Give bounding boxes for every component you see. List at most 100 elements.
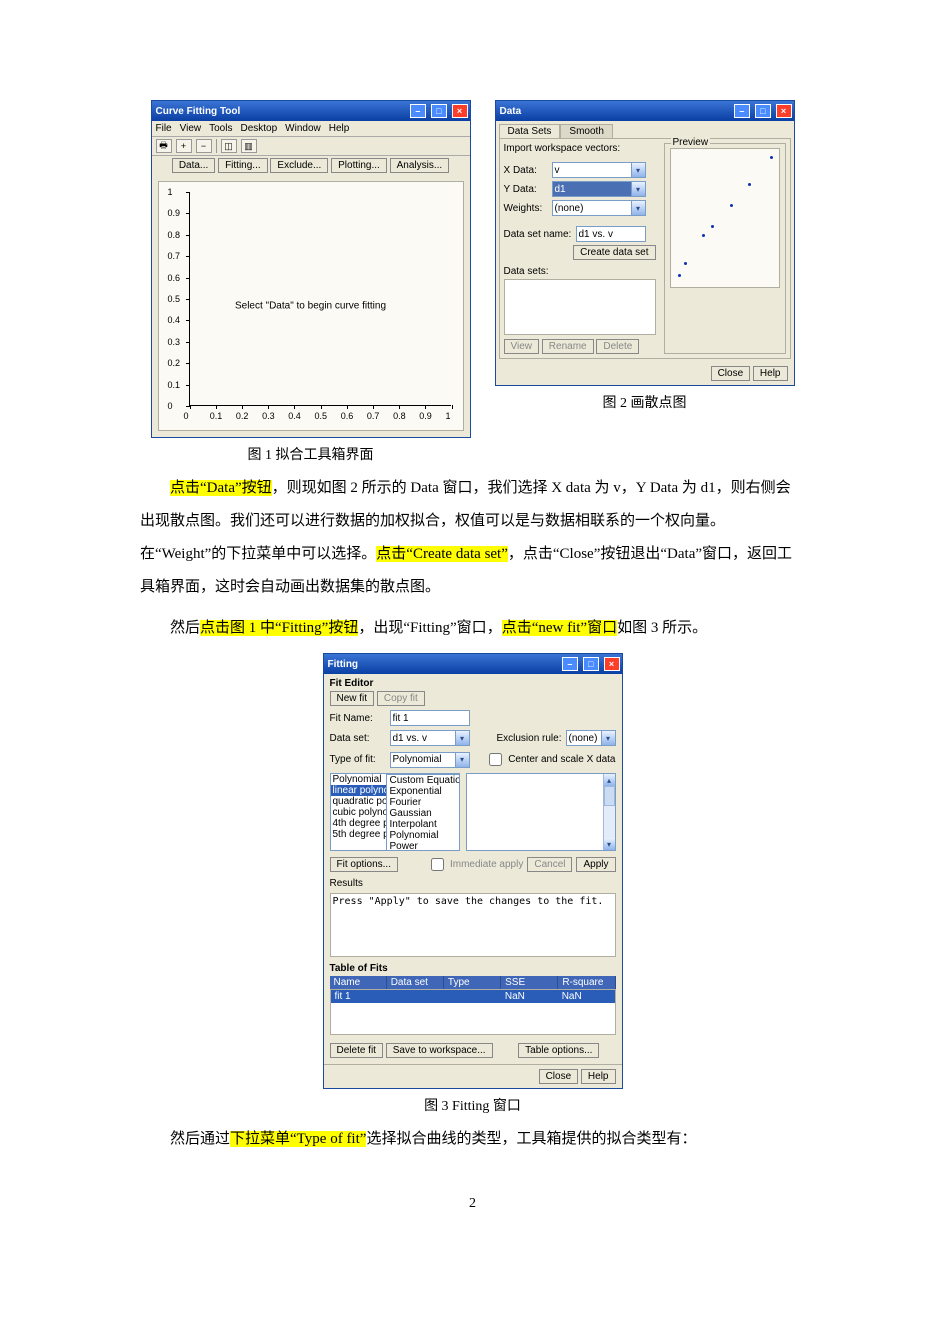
window-titlebar[interactable]: Fitting – □ ×	[324, 654, 622, 674]
scatter-point	[678, 274, 681, 277]
save-workspace-button[interactable]: Save to workspace...	[386, 1043, 493, 1058]
layout-b-icon[interactable]: ▥	[241, 139, 257, 153]
paragraph-3: 然后通过下拉菜单“Type of fit”选择拟合曲线的类型，工具箱提供的拟合类…	[140, 1123, 805, 1156]
cancel-button[interactable]: Cancel	[527, 857, 572, 872]
menu-tools[interactable]: Tools	[209, 123, 232, 134]
window-titlebar[interactable]: Curve Fitting Tool – □ ×	[152, 101, 470, 121]
fit-editor-label: Fit Editor	[324, 674, 622, 689]
page-number: 2	[140, 1196, 805, 1212]
poly-list[interactable]: Polynomial linear polynom quadratic poly…	[330, 773, 460, 851]
tab-smooth[interactable]: Smooth	[560, 124, 612, 138]
scroll-up-icon[interactable]: ▴	[604, 774, 615, 786]
close-icon[interactable]: ×	[776, 104, 792, 118]
weights-select[interactable]: (none)	[552, 200, 646, 216]
zoom-out-icon[interactable]: −	[196, 139, 212, 153]
close-button[interactable]: Close	[711, 366, 751, 381]
paragraph-1: 点击“Data”按钮，则现如图 2 所示的 Data 窗口，我们选择 X dat…	[140, 472, 805, 604]
menubar[interactable]: File View Tools Desktop Window Help	[152, 121, 470, 136]
dsname-input[interactable]	[576, 226, 646, 242]
minimize-icon[interactable]: –	[562, 657, 578, 671]
data-sets-list[interactable]	[504, 279, 656, 335]
weights-label: Weights:	[504, 203, 552, 214]
help-button[interactable]: Help	[581, 1069, 616, 1084]
xdata-select[interactable]: v	[552, 162, 646, 178]
help-button[interactable]: Help	[753, 366, 788, 381]
import-label: Import workspace vectors:	[504, 143, 656, 154]
fitname-label: Fit Name:	[330, 713, 386, 724]
plotting-button[interactable]: Plotting...	[331, 158, 387, 173]
create-data-set-button[interactable]: Create data set	[573, 245, 655, 260]
menu-window[interactable]: Window	[285, 123, 321, 134]
close-icon[interactable]: ×	[604, 657, 620, 671]
apply-button[interactable]: Apply	[576, 857, 615, 872]
curve-fitting-tool-window: Curve Fitting Tool – □ × File View Tools…	[151, 100, 471, 438]
minimize-icon[interactable]: –	[410, 104, 426, 118]
scatter-point	[711, 225, 714, 228]
hl-create-dataset: 点击“Create data set”	[376, 546, 508, 562]
plot-placeholder-text: Select "Data" to begin curve fitting	[235, 301, 386, 312]
scatter-point	[702, 234, 705, 237]
zoom-in-icon[interactable]: +	[176, 139, 192, 153]
window-titlebar[interactable]: Data – □ ×	[496, 101, 794, 121]
window-title: Curve Fitting Tool	[156, 106, 241, 117]
close-button[interactable]: Close	[539, 1069, 579, 1084]
scatter-point	[684, 262, 687, 265]
plot-area: 00.10.20.30.40.50.60.70.80.9100.10.20.30…	[158, 181, 464, 431]
paragraph-2: 然后点击图 1 中“Fitting”按钮，出现“Fitting”窗口，点击“ne…	[140, 612, 805, 645]
hl-click: 点击	[170, 480, 200, 496]
immediate-apply-checkbox[interactable]: Immediate apply	[427, 855, 523, 874]
view-button[interactable]: View	[504, 339, 540, 354]
table-row[interactable]: fit 1 NaN NaN	[331, 990, 615, 1003]
rename-button[interactable]: Rename	[542, 339, 594, 354]
results-box: Press "Apply" to save the changes to the…	[330, 893, 616, 957]
scrollbar[interactable]: ▴ ▾	[603, 774, 615, 850]
fit-options-button[interactable]: Fit options...	[330, 857, 398, 872]
fitting-button[interactable]: Fitting...	[218, 158, 268, 173]
xdata-label: X Data:	[504, 165, 552, 176]
scatter-point	[748, 183, 751, 186]
results-label: Results	[324, 876, 622, 891]
delete-fit-button[interactable]: Delete fit	[330, 1043, 383, 1058]
center-scale-checkbox[interactable]: Center and scale X data	[485, 750, 615, 769]
ydata-select[interactable]: d1	[552, 181, 646, 197]
menu-desktop[interactable]: Desktop	[240, 123, 277, 134]
table-of-fits: Name Data set Type SSE R-square fit 1 Na…	[330, 976, 616, 1035]
delete-button[interactable]: Delete	[596, 339, 639, 354]
window-title: Fitting	[328, 659, 359, 670]
close-icon[interactable]: ×	[452, 104, 468, 118]
table-options-button[interactable]: Table options...	[518, 1043, 599, 1058]
maximize-icon[interactable]: □	[431, 104, 447, 118]
typefit-label: Type of fit:	[330, 754, 386, 765]
exclude-button[interactable]: Exclude...	[270, 158, 328, 173]
scroll-thumb[interactable]	[604, 786, 615, 806]
data-button[interactable]: Data...	[172, 158, 215, 173]
figure-1: Curve Fitting Tool – □ × File View Tools…	[151, 100, 471, 464]
typefit-select[interactable]: Polynomial	[390, 752, 470, 768]
scatter-point	[730, 204, 733, 207]
print-icon[interactable]: 🖶	[156, 139, 172, 153]
analysis-button[interactable]: Analysis...	[390, 158, 450, 173]
data-dialog-window: Data – □ × Data Sets Smooth Import works…	[495, 100, 795, 386]
copy-fit-button[interactable]: Copy fit	[377, 691, 425, 706]
maximize-icon[interactable]: □	[583, 657, 599, 671]
toolbar: 🖶 + − ◫ ▥	[152, 136, 470, 156]
tab-data-sets[interactable]: Data Sets	[499, 124, 561, 138]
menu-file[interactable]: File	[156, 123, 172, 134]
dataset-select[interactable]: d1 vs. v	[390, 730, 470, 746]
tabs: Data Sets Smooth	[499, 124, 791, 138]
fit-options-list[interactable]: ▴ ▾	[466, 773, 616, 851]
menu-help[interactable]: Help	[329, 123, 350, 134]
exclusion-select[interactable]: (none)	[566, 730, 616, 746]
minimize-icon[interactable]: –	[734, 104, 750, 118]
layout-a-icon[interactable]: ◫	[221, 139, 237, 153]
new-fit-button[interactable]: New fit	[330, 691, 375, 706]
exclusion-label: Exclusion rule:	[496, 733, 561, 744]
figure2-caption: 图 2 画散点图	[603, 392, 687, 412]
maximize-icon[interactable]: □	[755, 104, 771, 118]
typefit-dropdown[interactable]: Custom Equations Exponential Fourier Gau…	[386, 774, 460, 851]
top-figure-row: Curve Fitting Tool – □ × File View Tools…	[140, 100, 805, 464]
scroll-down-icon[interactable]: ▾	[604, 838, 615, 850]
hl-data-button: “Data”按钮	[200, 480, 272, 496]
fitname-input[interactable]	[390, 710, 470, 726]
menu-view[interactable]: View	[180, 123, 202, 134]
